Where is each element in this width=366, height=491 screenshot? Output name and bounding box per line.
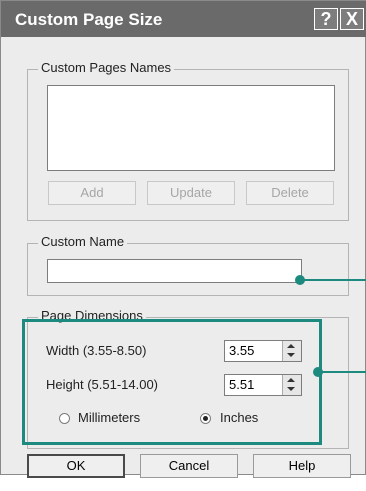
delete-button[interactable]: Delete <box>246 181 334 205</box>
cancel-button[interactable]: Cancel <box>140 454 238 478</box>
help-title-button[interactable]: ? <box>314 8 338 30</box>
close-title-button[interactable]: X <box>340 8 364 30</box>
callout-line <box>304 279 366 281</box>
ok-button[interactable]: OK <box>27 454 125 478</box>
help-button[interactable]: Help <box>253 454 351 478</box>
custom-name-label: Custom Name <box>38 234 128 249</box>
dialog-title: Custom Page Size <box>15 10 163 29</box>
callout-line <box>322 371 366 373</box>
add-button[interactable]: Add <box>48 181 136 205</box>
custom-name-group: Custom Name <box>27 234 349 296</box>
custom-name-input[interactable] <box>47 259 302 283</box>
custom-pages-names-label: Custom Pages Names <box>38 60 175 75</box>
title-bar: Custom Page Size ? X <box>1 1 366 37</box>
custom-pages-list[interactable] <box>47 85 335 171</box>
callout-highlight-box <box>22 319 322 445</box>
update-button[interactable]: Update <box>147 181 235 205</box>
custom-pages-names-group: Custom Pages Names Add Update Delete <box>27 60 349 221</box>
